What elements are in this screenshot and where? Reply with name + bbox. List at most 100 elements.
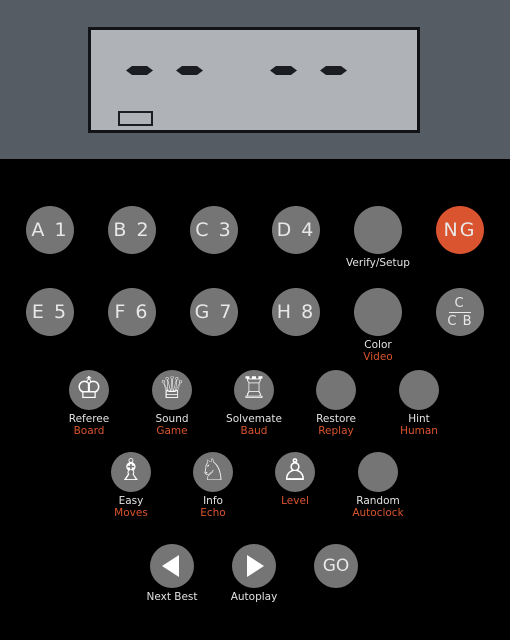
key-hint-human-label-main: Hint: [408, 413, 430, 425]
key-info-echo[interactable]: ♘ Info Echo: [171, 452, 255, 519]
key-next-best-face[interactable]: [150, 544, 194, 588]
key-g7-face[interactable]: G 7: [190, 288, 238, 336]
key-sound-game-face[interactable]: ♕: [152, 370, 192, 410]
key-e5[interactable]: E 5: [8, 288, 92, 339]
key-info-echo-labels: Info Echo: [200, 495, 226, 519]
key-color-video-label-main: Color: [364, 339, 392, 351]
key-a1[interactable]: A 1: [8, 206, 92, 257]
key-easy-moves-face[interactable]: ♗: [111, 452, 151, 492]
key-verify-setup-face[interactable]: [354, 206, 402, 254]
key-f6[interactable]: F 6: [90, 288, 174, 339]
chess-pawn-icon: ♙: [281, 453, 309, 488]
key-solvemate-baud-face[interactable]: ♖: [234, 370, 274, 410]
key-easy-moves[interactable]: ♗ Easy Moves: [89, 452, 173, 519]
key-restore-replay-face[interactable]: [316, 370, 356, 410]
key-c3[interactable]: C 3: [172, 206, 256, 257]
key-hint-human[interactable]: Hint Human: [377, 370, 461, 437]
key-restore-replay[interactable]: Restore Replay: [294, 370, 378, 437]
key-solvemate-baud-label-sub: Baud: [240, 425, 268, 438]
lcd-segment-4: [320, 66, 347, 75]
key-verify-setup-label-main: Verify/Setup: [346, 257, 410, 269]
key-random-autoclock-face[interactable]: [358, 452, 398, 492]
key-sound-game-label-sub: Game: [156, 425, 188, 438]
key-sound-game-label-main: Sound: [155, 413, 189, 425]
chess-bishop-icon: ♗: [117, 453, 145, 488]
key-a1-face[interactable]: A 1: [26, 206, 74, 254]
key-g7[interactable]: G 7: [172, 288, 256, 339]
key-go[interactable]: GO: [294, 544, 378, 591]
key-restore-replay-label-sub: Replay: [318, 425, 354, 438]
key-referee-board-label-main: Referee: [68, 413, 110, 425]
clear-cb-divider: [448, 311, 471, 313]
key-level[interactable]: ♙ Level: [253, 452, 337, 507]
key-info-echo-label-sub: Echo: [200, 507, 226, 520]
key-level-labels: Level: [281, 495, 309, 507]
key-easy-moves-label-main: Easy: [118, 495, 144, 507]
chess-knight-icon: ♘: [199, 453, 227, 488]
display-housing: [0, 0, 510, 159]
clear-cb-denominator: C B: [447, 313, 473, 329]
key-random-autoclock[interactable]: Random Autoclock: [336, 452, 420, 519]
key-autoplay-face[interactable]: [232, 544, 276, 588]
key-color-video[interactable]: Color Video: [336, 288, 420, 363]
key-verify-setup[interactable]: Verify/Setup: [336, 206, 420, 269]
key-level-face[interactable]: ♙: [275, 452, 315, 492]
key-easy-moves-labels: Easy Moves: [114, 495, 148, 519]
lcd-segment-3: [270, 66, 297, 75]
key-color-video-label-sub: Video: [363, 351, 393, 364]
key-random-autoclock-label-sub: Autoclock: [352, 507, 404, 520]
key-autoplay[interactable]: Autoplay: [212, 544, 296, 603]
key-d4-face[interactable]: D 4: [272, 206, 320, 254]
key-solvemate-baud[interactable]: ♖ Solvemate Baud: [212, 370, 296, 437]
triangle-left-icon: [162, 555, 179, 577]
key-e5-face[interactable]: E 5: [26, 288, 74, 336]
key-color-video-labels: Color Video: [363, 339, 392, 363]
lcd-segment-2: [176, 66, 203, 75]
key-referee-board[interactable]: ♔ Referee Board: [47, 370, 131, 437]
chess-queen-icon: ♕: [158, 371, 186, 406]
chess-rook-icon: ♖: [240, 371, 268, 406]
key-referee-board-label-sub: Board: [73, 425, 105, 438]
key-random-autoclock-labels: Random Autoclock: [352, 495, 403, 519]
keypad-panel: A 1 B 2 C 3 D 4 Verify/Setup NG E 5 F 6 …: [0, 159, 510, 640]
chess-king-icon: ♔: [75, 371, 103, 406]
key-clear-cb-face[interactable]: C C B: [436, 288, 484, 336]
key-level-label-sub: Level: [281, 495, 309, 507]
key-new-game-face[interactable]: NG: [436, 206, 484, 254]
key-h8[interactable]: H 8: [254, 288, 338, 339]
key-color-video-face[interactable]: [354, 288, 402, 336]
key-verify-setup-labels: Verify/Setup: [346, 257, 410, 269]
key-go-face[interactable]: GO: [314, 544, 358, 588]
key-autoplay-label-main: Autoplay: [230, 591, 278, 603]
lcd-segment-1: [126, 66, 153, 75]
key-new-game[interactable]: NG: [418, 206, 502, 257]
key-next-best[interactable]: Next Best: [130, 544, 214, 603]
key-info-echo-label-main: Info: [203, 495, 223, 507]
key-hint-human-labels: Hint Human: [400, 413, 438, 437]
key-referee-board-face[interactable]: ♔: [69, 370, 109, 410]
key-sound-game[interactable]: ♕ Sound Game: [130, 370, 214, 437]
key-autoplay-labels: Autoplay: [231, 591, 278, 603]
key-info-echo-face[interactable]: ♘: [193, 452, 233, 492]
triangle-right-icon: [247, 555, 264, 577]
key-next-best-labels: Next Best: [146, 591, 197, 603]
key-c3-face[interactable]: C 3: [190, 206, 238, 254]
key-b2[interactable]: B 2: [90, 206, 174, 257]
key-restore-replay-label-main: Restore: [316, 413, 356, 425]
key-h8-face[interactable]: H 8: [272, 288, 320, 336]
key-solvemate-baud-labels: Solvemate Baud: [226, 413, 282, 437]
clear-cb-numerator: C: [454, 295, 466, 311]
lcd-status-indicator-box: [118, 111, 153, 126]
key-clear-cb[interactable]: C C B: [418, 288, 502, 339]
key-hint-human-face[interactable]: [399, 370, 439, 410]
lcd-display-panel: [88, 27, 420, 133]
key-random-autoclock-label-main: Random: [356, 495, 400, 507]
key-easy-moves-label-sub: Moves: [114, 507, 148, 520]
key-f6-face[interactable]: F 6: [108, 288, 156, 336]
key-d4[interactable]: D 4: [254, 206, 338, 257]
key-b2-face[interactable]: B 2: [108, 206, 156, 254]
key-hint-human-label-sub: Human: [400, 425, 438, 438]
key-sound-game-labels: Sound Game: [155, 413, 188, 437]
key-referee-board-labels: Referee Board: [69, 413, 109, 437]
key-restore-replay-labels: Restore Replay: [316, 413, 356, 437]
